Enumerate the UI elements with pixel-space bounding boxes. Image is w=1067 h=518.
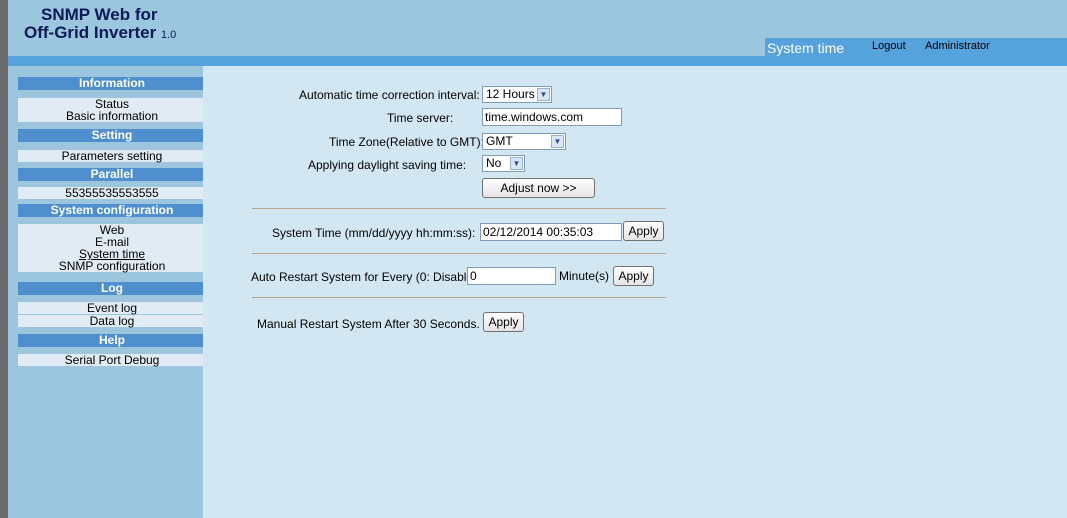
divider [252,253,666,254]
app-version: 1.0 [160,29,177,41]
time-server-input[interactable]: time.windows.com [482,108,622,126]
sidebar-item-parameters-setting[interactable]: Parameters setting [18,150,206,162]
system-time-label: System Time (mm/dd/yyyy hh:mm:ss): [272,226,476,240]
system-time-input[interactable]: 02/12/2014 00:35:03 [480,223,622,241]
auto-restart-apply-button[interactable]: Apply [613,266,654,286]
time-server-label: Time server: [387,111,454,125]
app-window: SNMP Web for Off-Grid Inverter 1.0 Syste… [0,0,1067,518]
chevron-down-icon: ▼ [537,88,550,101]
logout-link[interactable]: Logout [872,40,906,52]
chevron-down-icon: ▼ [551,135,564,148]
manual-restart-apply-button[interactable]: Apply [483,312,524,332]
sidebar-item-parallel-id[interactable]: 55355535553555 [18,187,206,199]
sidebar-item-serial-port-debug[interactable]: Serial Port Debug [18,354,206,366]
chevron-down-icon: ▼ [510,157,523,170]
auto-restart-label: Auto Restart System for Every (0: Disabl… [251,270,481,284]
system-time-apply-button[interactable]: Apply [623,221,664,241]
page-title: System time [767,40,845,56]
sidebar-item-basic-information[interactable]: Basic information [18,110,206,122]
user-name: Administrator [925,40,990,52]
sidebar-item-snmp-configuration[interactable]: SNMP configuration [18,260,206,272]
main-content [203,66,1067,518]
manual-restart-label: Manual Restart System After 30 Seconds. [257,317,480,331]
divider [252,297,666,298]
app-title-line1: SNMP Web for [41,5,158,24]
auto-restart-input[interactable]: 0 [467,267,556,285]
app-title-text: Off-Grid Inverter [24,23,157,42]
time-zone-select[interactable]: GMT ▼ [482,133,566,150]
sidebar-item-data-log[interactable]: Data log [18,315,206,327]
window-left-border [0,0,8,518]
adjust-now-button[interactable]: Adjust now >> [482,178,595,198]
app-title-line2: Off-Grid Inverter 1.0 [24,24,176,44]
daylight-saving-select[interactable]: No ▼ [482,155,525,172]
time-zone-select-value: GMT [486,134,513,148]
interval-select-value: 12 Hours [486,87,535,101]
sidebar-section-log: Log [18,282,206,295]
interval-label: Automatic time correction interval: [299,88,480,102]
sidebar-section-parallel: Parallel [18,168,206,181]
sidebar-section-help: Help [18,334,206,347]
daylight-saving-label: Applying daylight saving time: [308,158,467,172]
sidebar-section-system-configuration: System configuration [18,204,206,217]
sidebar-section-information: Information [18,77,206,90]
daylight-saving-select-value: No [486,156,502,170]
sidebar-section-setting: Setting [18,129,206,142]
sidebar-item-event-log[interactable]: Event log [18,302,206,314]
sidebar: Information Status Basic information Set… [8,66,206,518]
interval-select[interactable]: 12 Hours ▼ [482,86,552,103]
time-zone-label: Time Zone(Relative to GMT): [329,135,484,149]
minutes-label: Minute(s) [559,269,610,283]
divider [252,208,666,209]
